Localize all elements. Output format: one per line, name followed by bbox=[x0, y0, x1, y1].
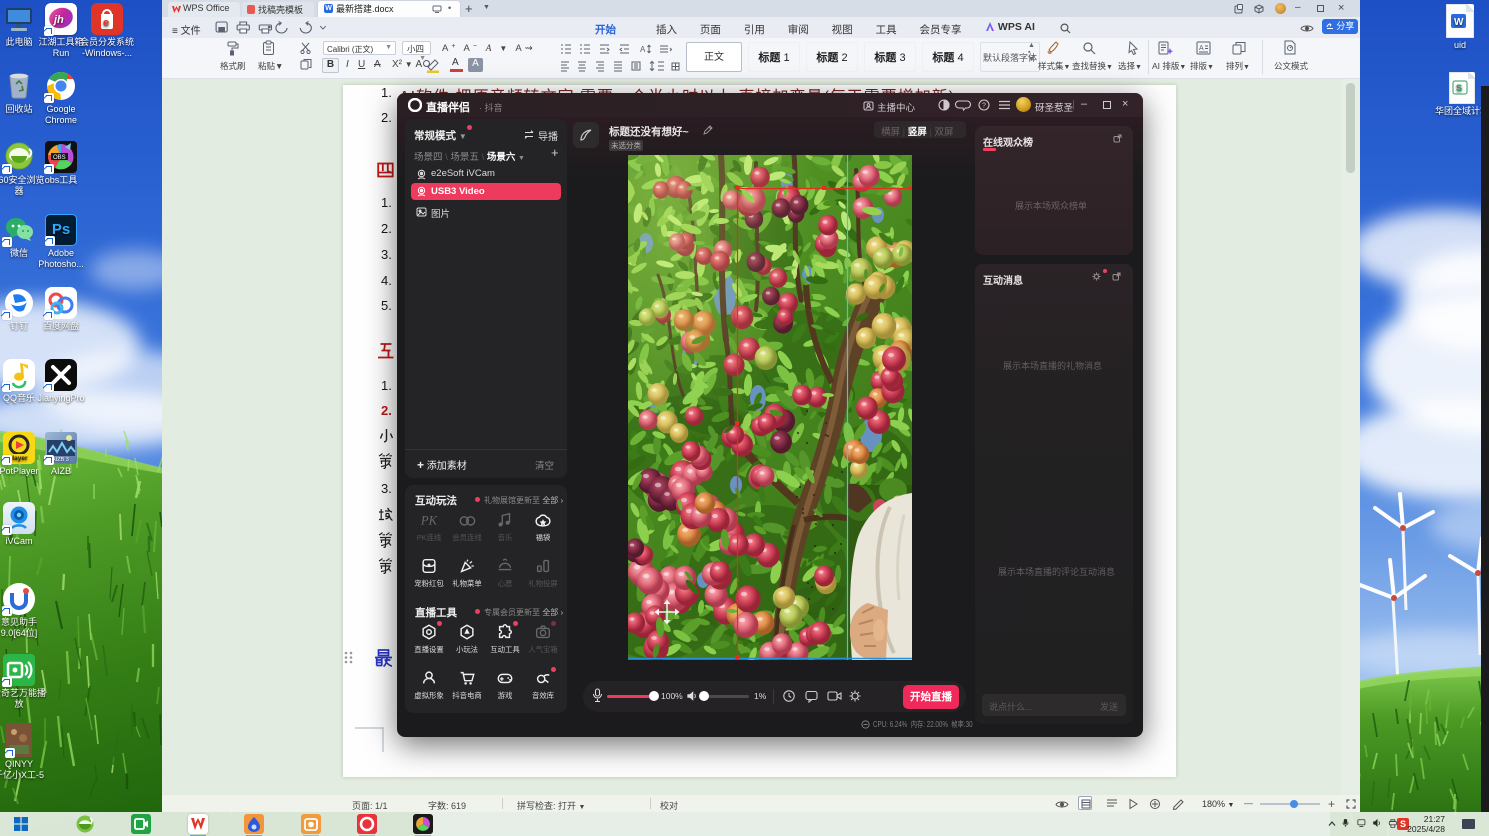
svg-text:AIZB 3: AIZB 3 bbox=[52, 457, 69, 463]
svg-text:PK: PK bbox=[420, 514, 438, 528]
svg-text:A: A bbox=[640, 45, 646, 54]
svg-text:e: e bbox=[103, 17, 109, 29]
svg-text:W: W bbox=[1454, 17, 1464, 28]
svg-text:S: S bbox=[1456, 83, 1462, 93]
svg-text:jh: jh bbox=[52, 14, 64, 26]
svg-text:?: ? bbox=[982, 103, 986, 110]
svg-text:OBS: OBS bbox=[53, 155, 66, 161]
svg-text:A: A bbox=[1199, 45, 1204, 52]
